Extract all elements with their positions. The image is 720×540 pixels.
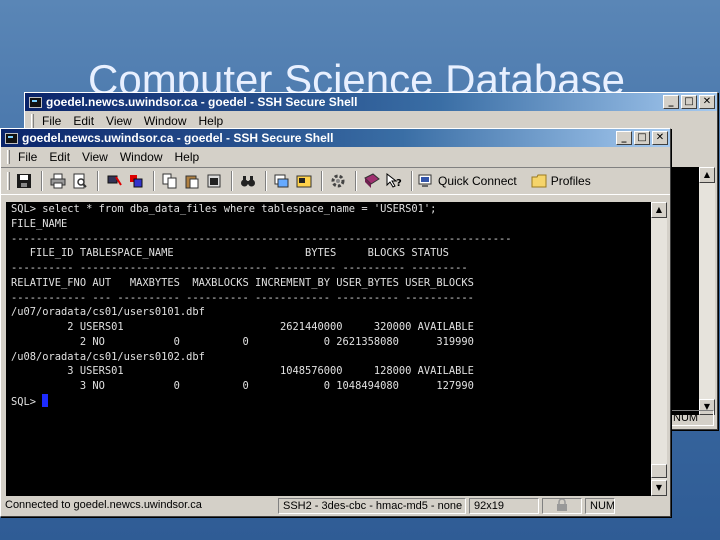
find-icon[interactable] [238,171,258,191]
terminal-line: /u07/oradata/cs01/users0101.dbf [11,306,205,319]
terminal-line: ------------ --- ---------- ---------- -… [11,291,474,304]
menubar: File Edit View Window Help [1,147,670,167]
quick-connect-label: Quick Connect [438,174,517,188]
toolbar-separator [265,171,267,191]
status-num: NUM [585,498,615,514]
terminal-line: FILE_NAME [11,217,68,230]
quick-connect-button[interactable]: Quick Connect [418,173,517,189]
terminal-scrollbar[interactable]: ▲ ▼ [651,202,667,496]
terminal-line: 3 USERS01 1048576000 128000 AVAILABLE [11,365,474,378]
profiles-label: Profiles [550,174,591,188]
terminal-line: ----------------------------------------… [11,232,512,245]
folder-icon [531,174,547,188]
back-status-num: NUM [668,410,714,426]
file-transfer-icon[interactable] [272,171,292,191]
menu-help[interactable]: Help [175,150,200,164]
ssh-app-icon [5,132,18,144]
settings-icon[interactable] [126,171,146,191]
toolbar-separator [321,171,323,191]
status-cipher: SSH2 - 3des-cbc - hmac-md5 - none [278,498,466,514]
toolbar-grip [7,172,10,190]
terminal-line: FILE_ID TABLESPACE_NAME BYTES BLOCKS STA… [11,247,449,260]
terminal-cursor [42,393,49,407]
back-scroll-up[interactable]: ▲ [699,167,715,183]
print-preview-icon[interactable] [70,171,90,191]
paste-icon[interactable] [182,171,202,191]
terminal-line: /u08/oradata/cs01/users0102.dbf [11,350,205,363]
menu-edit[interactable]: Edit [49,150,70,164]
back-minimize-button[interactable]: _ [663,95,679,109]
terminal-line: SQL> [11,393,651,410]
paste-alt-icon[interactable] [204,171,224,191]
statusbar: Connected to goedel.newcs.uwindsor.ca SS… [1,496,670,516]
menubar-grip [7,150,10,164]
terminal-output[interactable]: SQL> select * from dba_data_files where … [6,202,651,496]
menu-view[interactable]: View [82,150,108,164]
terminal-line: ---------- -----------------------------… [11,262,468,274]
menubar-grip [31,114,34,128]
context-help-icon[interactable]: ? [384,171,404,191]
back-menu-window[interactable]: Window [144,114,187,128]
print-icon[interactable] [48,171,68,191]
status-lock-icon [542,498,582,514]
toolbar-separator [153,171,155,191]
minimize-button[interactable]: _ [616,131,632,145]
ssh-window[interactable]: goedel.newcs.uwindsor.ca - goedel - SSH … [0,128,671,517]
scroll-up-button[interactable]: ▲ [651,202,667,218]
toolbar-separator [411,171,413,191]
terminal-line: SQL> select * from dba_data_files where … [11,203,437,215]
save-icon[interactable] [14,171,34,191]
toolbar-separator [41,171,43,191]
menu-file[interactable]: File [18,150,37,164]
terminal-line: 2 NO 0 0 0 2621358080 319990 [11,335,474,348]
terminal-line: 2 USERS01 2621440000 320000 AVAILABLE [11,321,474,333]
terminal-line: 3 NO 0 0 0 1048494080 127990 [11,380,474,392]
toolbar-separator [355,171,357,191]
copy-icon[interactable] [160,171,180,191]
toolbar-separator [97,171,99,191]
ssh-app-icon [29,96,42,108]
new-terminal-icon[interactable] [294,171,314,191]
disconnect-icon[interactable] [104,171,124,191]
scroll-down-button[interactable]: ▼ [651,480,667,496]
back-window-title: goedel.newcs.uwindsor.ca - goedel - SSH … [46,95,358,109]
back-window-titlebar[interactable]: goedel.newcs.uwindsor.ca - goedel - SSH … [25,93,717,111]
back-scrollbar[interactable]: ▲ ▼ [699,167,715,415]
back-terminal[interactable] [671,167,701,415]
back-menu-help[interactable]: Help [199,114,224,128]
window-titlebar[interactable]: goedel.newcs.uwindsor.ca - goedel - SSH … [1,129,670,147]
window-title: goedel.newcs.uwindsor.ca - goedel - SSH … [22,131,334,145]
toolbar-separator [231,171,233,191]
status-connection: Connected to goedel.newcs.uwindsor.ca [5,499,202,511]
toolbar: ? Quick Connect Profiles [1,167,670,195]
scroll-thumb[interactable] [651,464,667,478]
status-terminal-size: 92x19 [469,498,539,514]
back-menu-file[interactable]: File [42,114,61,128]
key-settings-icon[interactable] [328,171,348,191]
back-menu-view[interactable]: View [106,114,132,128]
svg-text:?: ? [396,178,402,189]
profiles-button[interactable]: Profiles [531,174,591,188]
back-close-button[interactable]: ✕ [699,95,715,109]
help-book-icon[interactable] [362,171,382,191]
menu-window[interactable]: Window [120,150,163,164]
quick-connect-icon [418,174,432,187]
back-menu-edit[interactable]: Edit [73,114,94,128]
back-maximize-button[interactable]: □ [681,95,697,109]
close-button[interactable]: ✕ [652,131,668,145]
maximize-button[interactable]: □ [634,131,650,145]
terminal-line: RELATIVE_FNO AUT MAXBYTES MAXBLOCKS INCR… [11,276,474,289]
